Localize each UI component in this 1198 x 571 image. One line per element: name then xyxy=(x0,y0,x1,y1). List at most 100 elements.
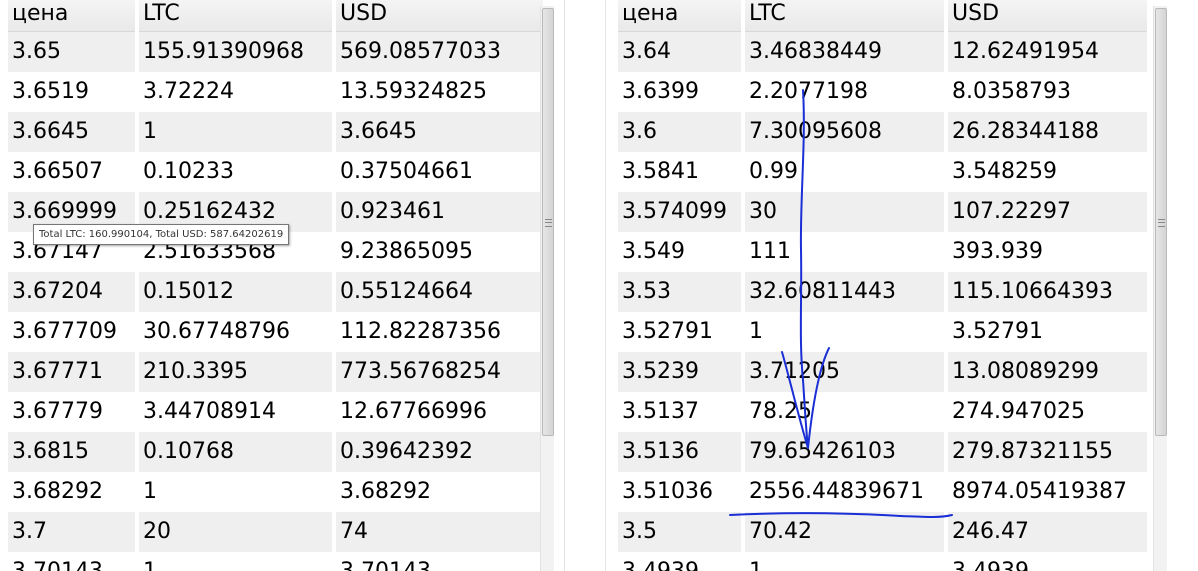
usd-cell: 0.37504661 xyxy=(340,159,473,184)
table-row[interactable]: 3.549 111 393.939 xyxy=(618,232,1147,272)
bids-table: цена LTC USD 3.64 3.46838449 12.62491954 3.… xyxy=(614,0,1151,571)
grip-icon xyxy=(1158,219,1165,227)
table-row[interactable]: 3.7 20 74 xyxy=(8,512,543,552)
price-cell: 3.65 xyxy=(8,32,135,72)
price-cell: 3.7 xyxy=(8,512,135,552)
table-row[interactable]: 3.67771 210.3395 773.56768254 xyxy=(8,352,543,392)
usd-cell: 26.28344188 xyxy=(948,112,1147,152)
table-row[interactable]: 3.6399 2.2077198 8.0358793 xyxy=(618,72,1147,112)
price-cell: 3.6645 xyxy=(8,112,135,152)
column-header-ltc[interactable]: LTC xyxy=(745,0,944,32)
ltc-cell: 30 xyxy=(745,192,944,232)
price-cell: 3.5136 xyxy=(618,432,741,472)
usd-cell: 107.22297 xyxy=(948,192,1147,232)
table-row[interactable]: 3.64 3.46838449 12.62491954 xyxy=(618,32,1147,72)
ltc-cell: 1 xyxy=(745,552,944,571)
table-row[interactable]: 3.67779 3.44708914 12.67766996 xyxy=(8,392,543,432)
ltc-cell: 0.15012 xyxy=(139,272,332,312)
price-cell: 3.6 xyxy=(618,112,741,152)
table-header-row: цена LTC USD xyxy=(8,0,543,32)
usd-cell: 393.939 xyxy=(952,239,1043,264)
ltc-cell: 1 xyxy=(139,112,332,152)
price-cell: 3.4939 xyxy=(618,552,741,571)
price-cell: 3.67771 xyxy=(8,352,135,392)
price-cell: 3.5 xyxy=(618,512,741,552)
asks-order-book-pane: цена LTC USD 3.65 155.91390968 569.0857703… xyxy=(0,0,560,571)
price-cell: 3.5841 xyxy=(622,159,699,184)
ltc-cell: 3.72224 xyxy=(143,79,234,104)
column-header-ltc[interactable]: LTC xyxy=(139,0,332,32)
price-cell: 3.68292 xyxy=(12,479,103,504)
usd-cell: 74 xyxy=(336,512,543,552)
usd-cell: 3.4939 xyxy=(948,552,1147,571)
bids-order-book-pane: цена LTC USD 3.64 3.46838449 12.62491954 3.… xyxy=(610,0,1190,571)
table-header-row: цена LTC USD xyxy=(618,0,1147,32)
price-cell: 3.6519 xyxy=(12,79,89,104)
scrollbar-thumb[interactable] xyxy=(542,8,554,436)
table-row[interactable]: 3.493913.4939 xyxy=(618,552,1147,571)
price-cell: 3.64 xyxy=(618,32,741,72)
table-row[interactable]: 3.5841 0.99 3.548259 xyxy=(618,152,1147,192)
column-header-usd[interactable]: USD xyxy=(336,0,543,32)
table-row[interactable]: 3.5239 3.71205 13.08089299 xyxy=(618,352,1147,392)
table-row[interactable]: 3.53 32.60811443 115.10664393 xyxy=(618,272,1147,312)
table-row[interactable]: 3.5136 79.65426103 279.87321155 xyxy=(618,432,1147,472)
usd-cell: 112.82287356 xyxy=(340,319,501,344)
splitter[interactable] xyxy=(560,0,610,571)
table-row[interactable]: 3.7014313.70143 xyxy=(8,552,543,571)
usd-cell: 12.62491954 xyxy=(948,32,1147,72)
usd-cell: 13.59324825 xyxy=(340,79,487,104)
price-cell: 3.5137 xyxy=(622,399,699,424)
ltc-cell: 7.30095608 xyxy=(745,112,944,152)
table-row[interactable]: 3.66507 0.10233 0.37504661 xyxy=(8,152,543,192)
column-header-usd[interactable]: USD xyxy=(948,0,1147,32)
table-row[interactable]: 3.67204 0.15012 0.55124664 xyxy=(8,272,543,312)
ltc-cell: 111 xyxy=(749,239,791,264)
table-row[interactable]: 3.5137 78.25 274.947025 xyxy=(618,392,1147,432)
table-row[interactable]: 3.6645 1 3.6645 xyxy=(8,112,543,152)
usd-cell: 246.47 xyxy=(948,512,1147,552)
price-cell: 3.53 xyxy=(618,272,741,312)
table-row[interactable]: 3.52791 1 3.52791 xyxy=(618,312,1147,352)
ltc-cell: 2.2077198 xyxy=(749,79,868,104)
scrollbar-thumb[interactable] xyxy=(1155,8,1167,436)
price-cell: 3.52791 xyxy=(622,319,713,344)
ltc-cell: 210.3395 xyxy=(139,352,332,392)
ltc-cell: 3.46838449 xyxy=(745,32,944,72)
price-cell: 3.70143 xyxy=(8,552,135,571)
ltc-cell: 3.71205 xyxy=(745,352,944,392)
table-row[interactable]: 3.68292 1 3.68292 xyxy=(8,472,543,512)
bids-scrollbar[interactable] xyxy=(1153,6,1167,571)
column-header-price[interactable]: цена xyxy=(618,0,741,32)
usd-cell: 12.67766996 xyxy=(340,399,487,424)
price-cell: 3.5239 xyxy=(618,352,741,392)
usd-cell: 0.55124664 xyxy=(336,272,543,312)
price-cell: 3.677709 xyxy=(12,319,117,344)
table-row[interactable]: 3.6519 3.72224 13.59324825 xyxy=(8,72,543,112)
table-row[interactable]: 3.574099 30 107.22297 xyxy=(618,192,1147,232)
usd-cell: 9.23865095 xyxy=(340,239,473,264)
asks-table: цена LTC USD 3.65 155.91390968 569.0857703… xyxy=(4,0,547,571)
usd-cell: 3.548259 xyxy=(952,159,1057,184)
ltc-cell: 1 xyxy=(749,319,763,344)
totals-tooltip: Total LTC: 160.990104, Total USD: 587.64… xyxy=(33,224,290,245)
table-row[interactable]: 3.677709 30.67748796 112.82287356 xyxy=(8,312,543,352)
table-row[interactable]: 3.6 7.30095608 26.28344188 xyxy=(618,112,1147,152)
ltc-cell: 0.99 xyxy=(749,159,798,184)
table-row[interactable]: 3.51036 2556.44839671 8974.05419387 xyxy=(618,472,1147,512)
ltc-cell: 20 xyxy=(139,512,332,552)
ltc-cell: 30.67748796 xyxy=(143,319,290,344)
ltc-cell: 0.10233 xyxy=(143,159,234,184)
ltc-cell: 1 xyxy=(143,479,157,504)
column-header-price[interactable]: цена xyxy=(8,0,135,32)
table-row[interactable]: 3.65 155.91390968 569.08577033 xyxy=(8,32,543,72)
price-cell: 3.67779 xyxy=(12,399,103,424)
usd-cell: 773.56768254 xyxy=(336,352,543,392)
table-row[interactable]: 3.5 70.42 246.47 xyxy=(618,512,1147,552)
usd-cell: 3.68292 xyxy=(340,479,431,504)
usd-cell: 3.70143 xyxy=(336,552,543,571)
usd-cell: 8.0358793 xyxy=(952,79,1071,104)
ltc-cell: 1 xyxy=(139,552,332,571)
table-row[interactable]: 3.6815 0.10768 0.39642392 xyxy=(8,432,543,472)
asks-scrollbar[interactable] xyxy=(540,6,554,571)
